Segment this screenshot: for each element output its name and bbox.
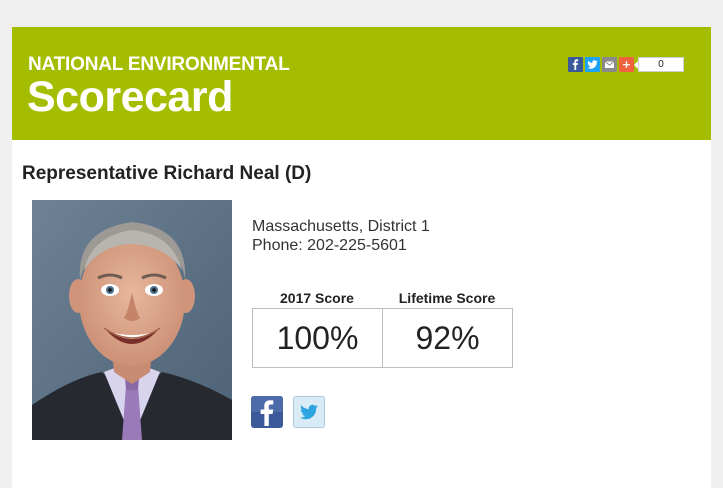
year-score-value: 100% xyxy=(276,320,359,356)
lifetime-score-label: Lifetime Score xyxy=(398,290,496,306)
banner-title: Scorecard xyxy=(27,73,233,121)
phone-text: Phone: 202-225-5601 xyxy=(252,237,407,254)
representative-name: Representative Richard Neal (D) xyxy=(22,163,312,184)
social-links xyxy=(251,396,335,428)
year-score-label: 2017 Score xyxy=(280,290,354,306)
scorecard-banner: NATIONAL ENVIRONMENTAL Scorecard + 0 xyxy=(12,27,711,140)
facebook-icon[interactable] xyxy=(251,396,283,428)
twitter-icon[interactable] xyxy=(585,57,600,72)
twitter-icon[interactable] xyxy=(293,396,325,428)
representative-info: Massachusetts, District 1 Phone: 202-225… xyxy=(252,217,430,255)
plus-icon[interactable]: + xyxy=(619,57,634,72)
lifetime-score-value: 92% xyxy=(382,309,512,367)
share-count: 0 xyxy=(634,57,684,72)
district-text: Massachusetts, District 1 xyxy=(252,218,430,235)
share-bar: + 0 xyxy=(568,57,684,72)
email-icon[interactable] xyxy=(602,57,617,72)
scorecard-card: NATIONAL ENVIRONMENTAL Scorecard + 0 Rep… xyxy=(12,27,711,488)
score-table: 2017 Score Lifetime Score 100% 92% xyxy=(252,288,513,368)
representative-photo xyxy=(32,200,232,440)
facebook-icon[interactable] xyxy=(568,57,583,72)
